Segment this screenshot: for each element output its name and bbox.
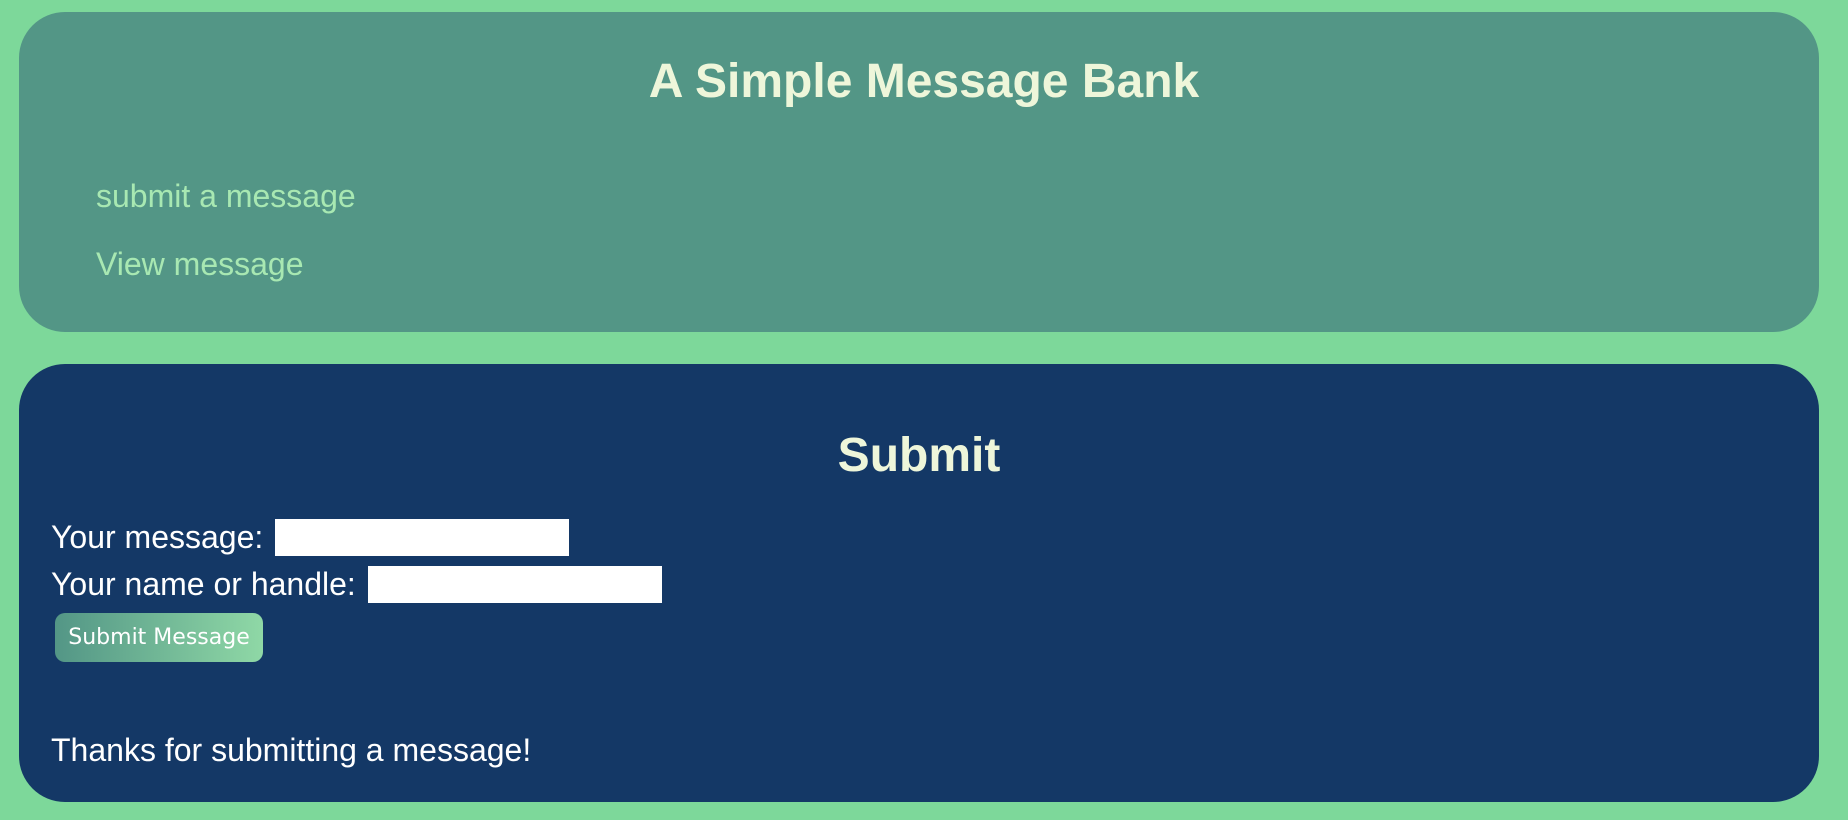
name-input[interactable] <box>367 565 662 603</box>
nav-link-view-message[interactable]: View message <box>96 248 304 280</box>
name-row: Your name or handle: <box>51 565 662 603</box>
nav-item-submit: submit a message <box>96 180 356 212</box>
submit-message-button[interactable]: Submit Message <box>55 613 263 662</box>
message-label: Your message: <box>51 519 264 555</box>
nav-menu: submit a message View message <box>96 180 356 316</box>
submit-section-title: Submit <box>837 429 1001 482</box>
site-title: A Simple Message Bank <box>648 55 1200 108</box>
submission-status-message: Thanks for submitting a message! <box>51 732 532 768</box>
nav-link-submit-message[interactable]: submit a message <box>96 180 356 212</box>
nav-item-view: View message <box>96 248 356 280</box>
message-row: Your message: <box>51 518 570 556</box>
name-label: Your name or handle: <box>51 566 356 602</box>
message-input[interactable] <box>275 518 570 556</box>
